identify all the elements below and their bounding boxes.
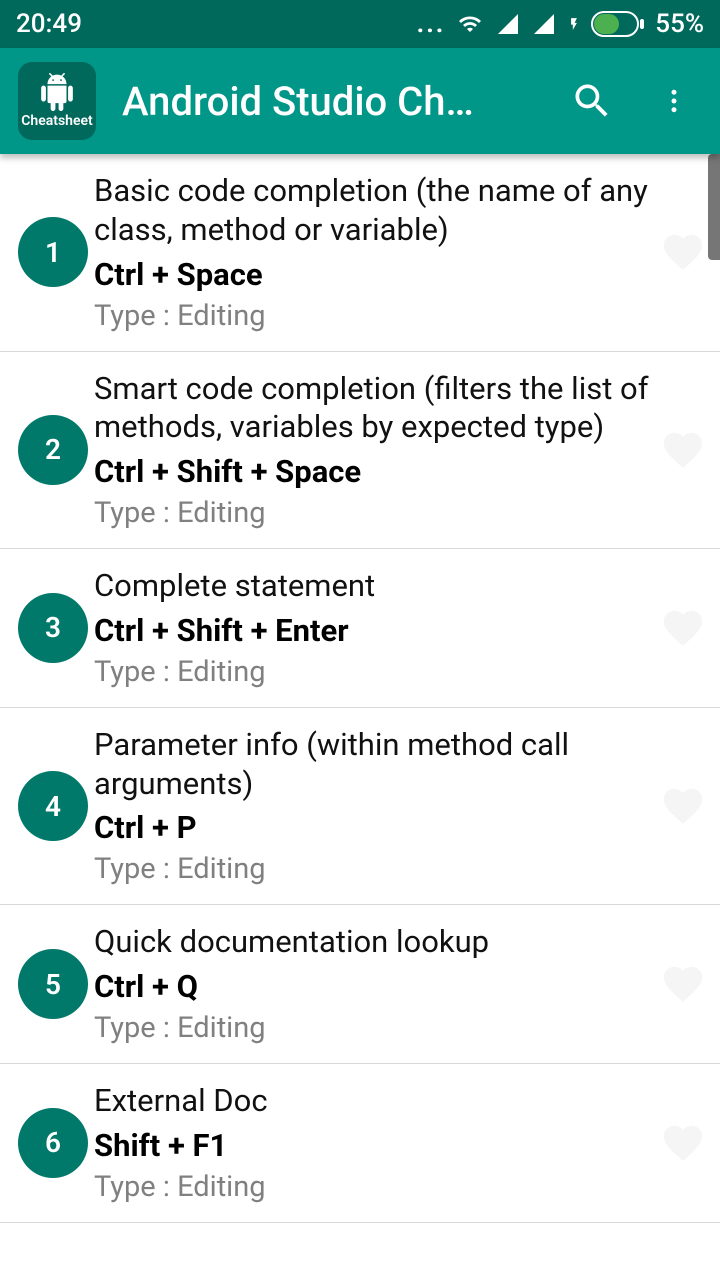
battery-percent: 55% <box>655 9 704 39</box>
app-icon[interactable]: Cheatsheet <box>18 62 96 140</box>
item-shortcut: Ctrl + P <box>94 809 654 846</box>
item-content: Basic code completion (the name of any c… <box>94 172 654 333</box>
favorite-icon[interactable] <box>660 229 706 275</box>
item-shortcut: Ctrl + Q <box>94 968 654 1005</box>
more-icon: ... <box>417 9 446 39</box>
overflow-menu-button[interactable] <box>646 73 702 129</box>
list-item[interactable]: 6 External Doc Shift + F1 Type : Editing <box>0 1064 720 1223</box>
item-number-badge: 2 <box>18 415 88 485</box>
list-item[interactable]: 2 Smart code completion (filters the lis… <box>0 352 720 550</box>
shortcut-list: 1 Basic code completion (the name of any… <box>0 154 720 1223</box>
item-title: Parameter info (within method call argum… <box>94 726 654 804</box>
item-shortcut: Ctrl + Space <box>94 256 654 293</box>
favorite-icon[interactable] <box>660 1120 706 1166</box>
app-title: Android Studio Ch… <box>122 78 538 125</box>
item-shortcut: Shift + F1 <box>94 1127 654 1164</box>
item-title: External Doc <box>94 1082 654 1121</box>
app-bar: Cheatsheet Android Studio Ch… <box>0 48 720 154</box>
item-content: Complete statement Ctrl + Shift + Enter … <box>94 567 654 689</box>
status-time: 20:49 <box>16 9 82 39</box>
favorite-icon[interactable] <box>660 783 706 829</box>
charge-icon <box>567 12 581 36</box>
item-title: Smart code completion (filters the list … <box>94 370 654 448</box>
item-shortcut: Ctrl + Shift + Enter <box>94 612 654 649</box>
app-icon-label: Cheatsheet <box>21 113 93 129</box>
favorite-icon[interactable] <box>660 427 706 473</box>
wifi-icon <box>455 12 485 36</box>
list-item[interactable]: 1 Basic code completion (the name of any… <box>0 154 720 352</box>
item-title: Quick documentation lookup <box>94 923 654 962</box>
item-number-badge: 5 <box>18 949 88 1019</box>
signal-icon <box>495 12 521 36</box>
item-shortcut: Ctrl + Shift + Space <box>94 453 654 490</box>
item-type: Type : Editing <box>94 1011 654 1045</box>
item-number-badge: 1 <box>18 217 88 287</box>
item-content: Quick documentation lookup Ctrl + Q Type… <box>94 923 654 1045</box>
item-content: External Doc Shift + F1 Type : Editing <box>94 1082 654 1204</box>
item-number-badge: 4 <box>18 771 88 841</box>
item-type: Type : Editing <box>94 1170 654 1204</box>
list-item[interactable]: 4 Parameter info (within method call arg… <box>0 708 720 906</box>
status-icons: ... 55% <box>417 9 704 39</box>
list-item[interactable]: 5 Quick documentation lookup Ctrl + Q Ty… <box>0 905 720 1064</box>
item-number-badge: 6 <box>18 1108 88 1178</box>
item-number-badge: 3 <box>18 593 88 663</box>
scrollbar-thumb[interactable] <box>708 154 720 260</box>
status-bar: 20:49 ... 55% <box>0 0 720 48</box>
item-title: Complete statement <box>94 567 654 606</box>
item-type: Type : Editing <box>94 852 654 886</box>
item-type: Type : Editing <box>94 299 654 333</box>
signal-icon-2 <box>531 12 557 36</box>
item-type: Type : Editing <box>94 496 654 530</box>
favorite-icon[interactable] <box>660 961 706 1007</box>
favorite-icon[interactable] <box>660 605 706 651</box>
search-button[interactable] <box>564 73 620 129</box>
more-vert-icon <box>659 79 689 123</box>
search-icon <box>570 79 614 123</box>
battery-icon <box>591 11 645 37</box>
item-content: Parameter info (within method call argum… <box>94 726 654 887</box>
item-title: Basic code completion (the name of any c… <box>94 172 654 250</box>
item-type: Type : Editing <box>94 655 654 689</box>
list-item[interactable]: 3 Complete statement Ctrl + Shift + Ente… <box>0 549 720 708</box>
item-content: Smart code completion (filters the list … <box>94 370 654 531</box>
android-icon <box>35 73 79 111</box>
